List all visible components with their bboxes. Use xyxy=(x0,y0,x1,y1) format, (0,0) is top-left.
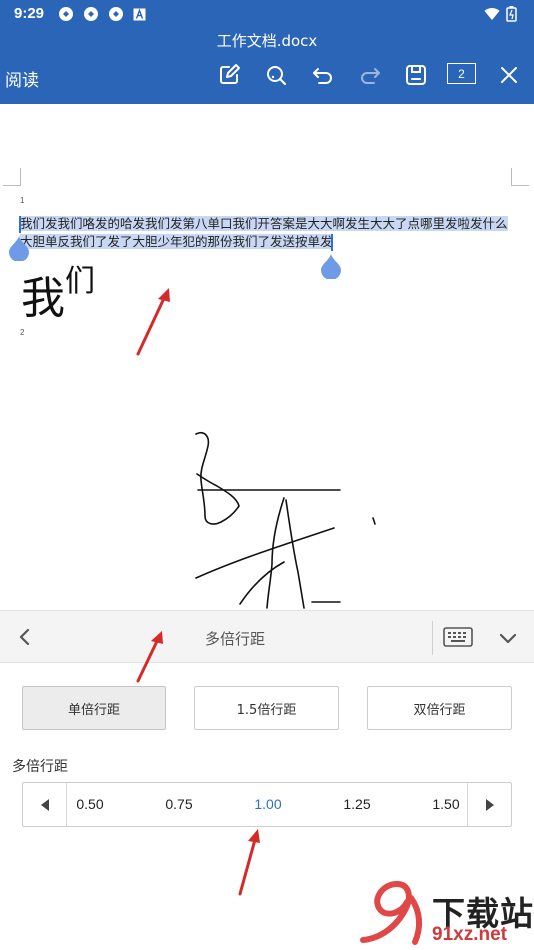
status-bar: 9:29 xyxy=(0,0,534,28)
app-notification-icon xyxy=(109,7,123,21)
close-icon xyxy=(501,67,517,83)
app-notification-icon xyxy=(84,7,98,21)
status-time: 9:29 xyxy=(14,5,45,22)
close-button[interactable] xyxy=(494,60,524,90)
stepper-next-button[interactable] xyxy=(467,783,511,826)
spacing-value-selected[interactable]: 1.00 xyxy=(243,796,293,812)
spacing-value[interactable]: 0.75 xyxy=(154,796,204,812)
stepper-prev-button[interactable] xyxy=(23,783,67,826)
page-count-button[interactable]: 2 xyxy=(447,63,476,84)
line-spacing-panel-header: 多倍行距 xyxy=(0,610,534,663)
document-title: 工作文档.docx xyxy=(216,32,318,50)
annotation-arrow xyxy=(136,631,163,683)
watermark-site: 91xz.net xyxy=(432,924,507,945)
save-button[interactable] xyxy=(401,60,431,90)
font-a-icon xyxy=(133,8,146,21)
annotation-arrow xyxy=(238,829,260,896)
chevron-down-icon[interactable] xyxy=(497,627,519,649)
triangle-right-icon xyxy=(485,798,494,811)
multiple-spacing-stepper[interactable]: 0.50 0.75 1.00 1.25 1.50 xyxy=(22,782,512,827)
undo-button[interactable] xyxy=(308,60,338,90)
wifi-icon xyxy=(484,8,500,20)
handwriting-ink xyxy=(195,431,376,609)
save-icon xyxy=(406,65,426,85)
edit-button[interactable] xyxy=(214,60,244,90)
divider xyxy=(432,621,433,655)
spacing-value[interactable]: 1.50 xyxy=(421,796,471,812)
search-icon xyxy=(267,66,287,86)
spacing-value[interactable]: 0.50 xyxy=(65,796,115,812)
redo-button[interactable] xyxy=(355,60,385,90)
undo-icon xyxy=(313,68,332,84)
one-half-spacing-button[interactable]: 1.5倍行距 xyxy=(194,686,339,730)
single-spacing-button[interactable]: 单倍行距 xyxy=(22,686,166,730)
search-button[interactable] xyxy=(261,60,291,90)
panel-title: 多倍行距 xyxy=(204,630,265,648)
top-app-bar: 9:29 工作文档.docx 阅读 2 xyxy=(0,0,534,104)
multiple-spacing-label: 多倍行距 xyxy=(12,759,68,775)
redo-icon xyxy=(361,68,380,84)
triangle-left-icon xyxy=(40,798,49,811)
battery-icon xyxy=(506,6,517,22)
document-canvas[interactable]: 1 我们发我们咯发的哈发我们发第八单口我们开答案是大大啊发生大大了点哪里发啦发什… xyxy=(0,104,534,610)
edit-icon xyxy=(220,64,240,84)
keyboard-icon[interactable] xyxy=(443,627,473,647)
app-notification-icon xyxy=(59,7,73,21)
read-mode-button[interactable]: 阅读 xyxy=(5,66,39,91)
annotation-arrow xyxy=(136,288,170,356)
spacing-value[interactable]: 1.25 xyxy=(332,796,382,812)
double-spacing-button[interactable]: 双倍行距 xyxy=(367,686,512,730)
